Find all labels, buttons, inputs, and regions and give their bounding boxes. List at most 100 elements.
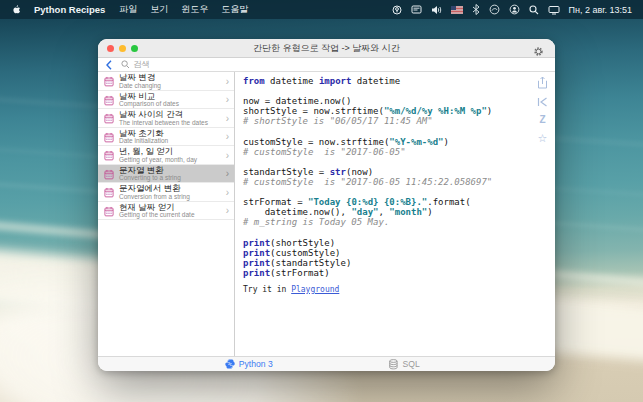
- code-line: [243, 157, 492, 167]
- code-block: from datetime import datetime now = date…: [243, 76, 492, 278]
- notification-banner-icon[interactable]: [411, 5, 422, 15]
- chevron-right-icon: ›: [226, 151, 229, 161]
- calendar-icon: [104, 132, 114, 143]
- recipe-subtitle: Conversion from a string: [119, 193, 190, 201]
- recipe-subtitle: Getting of the current date: [119, 211, 195, 219]
- minimize-button[interactable]: [119, 45, 126, 52]
- code-line: print(standartStyle): [243, 258, 492, 268]
- chevron-right-icon: ›: [226, 206, 229, 216]
- calendar-icon: [104, 113, 114, 124]
- code-line: print(strFormat): [243, 268, 492, 278]
- calendar-icon: [104, 206, 114, 217]
- recipe-subtitle: Converting to a string: [119, 174, 181, 182]
- recipe-subtitle: The interval between the dates: [119, 119, 208, 127]
- action-rail: Z ☆: [537, 76, 548, 143]
- back-button[interactable]: [106, 60, 112, 70]
- us-flag-icon[interactable]: [451, 6, 463, 14]
- chevron-right-icon: ›: [226, 169, 229, 179]
- favorite-star-icon[interactable]: ☆: [538, 133, 548, 143]
- chevron-right-icon: ›: [226, 132, 229, 142]
- code-line: [243, 187, 492, 197]
- search-icon: [121, 60, 130, 69]
- recipe-list-item[interactable]: 날짜 사이의 간격 The interval between the dates…: [98, 109, 234, 128]
- traffic-lights: [107, 45, 138, 52]
- settings-gear-icon[interactable]: [533, 43, 544, 61]
- code-line: # m_string is Today 05 May.: [243, 217, 492, 227]
- code-panel: from datetime import datetime now = date…: [235, 72, 555, 356]
- apple-menu-icon[interactable]: [11, 4, 22, 15]
- user-account-icon[interactable]: [509, 4, 520, 15]
- code-line: customStyle = now.strftime("%Y-%m-%d"): [243, 137, 492, 147]
- playground-link[interactable]: Playground: [291, 285, 339, 294]
- app-window: 간단한 유형으로 작업 -> 날짜와 시간 검색 날짜 변경 Date chan…: [98, 39, 555, 371]
- code-line: # shortStyle is "06/05/17 11:45 AM": [243, 116, 492, 126]
- zoom-button[interactable]: [131, 45, 138, 52]
- menu-clock[interactable]: Пн, 2 авг. 13:51: [569, 5, 632, 15]
- recipe-subtitle: Getting of year, month, day: [119, 156, 197, 164]
- menu-item[interactable]: 도움말: [221, 3, 248, 16]
- code-line: print(shortStyle): [243, 238, 492, 248]
- chevron-right-icon: ›: [226, 114, 229, 124]
- calendar-icon: [104, 169, 114, 180]
- calendar-icon: [104, 187, 114, 198]
- calendar-icon: [104, 76, 114, 87]
- recipe-list-item[interactable]: 날짜 비교 Comparison of dates ›: [98, 91, 234, 110]
- swirl-icon[interactable]: [489, 4, 500, 15]
- tab-python3[interactable]: Python 3: [225, 357, 273, 371]
- recipe-list-item[interactable]: 문자열 변환 Converting to a string ›: [98, 165, 234, 184]
- menu-bar: Python Recipes 파일 보기 윈도우 도움말 Пн, 2 авг. 13:…: [0, 0, 643, 19]
- code-line: # customStyle is "2017-06-05 11:45:22.05…: [243, 177, 492, 187]
- database-icon: [389, 359, 399, 370]
- code-line: standartStyle = str(now): [243, 167, 492, 177]
- chevron-right-icon: ›: [226, 77, 229, 87]
- recipe-list-item[interactable]: 년, 월, 일 얻기 Getting of year, month, day ›: [98, 146, 234, 165]
- recipe-list-item[interactable]: 현재 날짜 얻기 Getting of the current date ›: [98, 202, 234, 221]
- window-title: 간단한 유형으로 작업 -> 날짜와 시간: [253, 42, 400, 55]
- share-icon[interactable]: [537, 76, 548, 89]
- try-it-line: Try it in Playground: [243, 285, 339, 294]
- recipe-subtitle: Date changing: [119, 82, 161, 90]
- window-titlebar[interactable]: 간단한 유형으로 작업 -> 날짜와 시간: [98, 39, 555, 58]
- menu-item[interactable]: 보기: [150, 3, 168, 16]
- code-line: [243, 86, 492, 96]
- volume-icon[interactable]: [431, 5, 442, 15]
- recipe-list-item[interactable]: 날짜 변경 Date changing ›: [98, 72, 234, 91]
- code-line: from datetime import datetime: [243, 76, 492, 86]
- calendar-icon: [104, 150, 114, 161]
- display-icon[interactable]: [548, 5, 560, 15]
- recipe-subtitle: Comparison of dates: [119, 100, 179, 108]
- code-line: datetime.now(), "day", "month"): [243, 207, 492, 217]
- try-it-text: Try it in: [243, 285, 291, 294]
- calendar-icon: [104, 95, 114, 106]
- recipe-subtitle: Date initialization: [119, 137, 168, 145]
- status-icons: [392, 4, 560, 15]
- code-line: strFormat = "Today {0:%d} {0:%B}.".forma…: [243, 197, 492, 207]
- recipe-list-item[interactable]: 날짜 초기화 Date initialization ›: [98, 128, 234, 147]
- code-line: now = datetime.now(): [243, 96, 492, 106]
- window-toolbar: 검색: [98, 58, 555, 72]
- menu-item[interactable]: 파일: [119, 3, 137, 16]
- code-line: shortStyle = now.strftime("%m/%d/%y %H:%…: [243, 106, 492, 116]
- python-logo-icon: [225, 359, 235, 369]
- code-line: print(customStyle): [243, 248, 492, 258]
- shortcut-icon[interactable]: [537, 97, 548, 107]
- keychain-icon[interactable]: [392, 5, 402, 15]
- font-size-icon[interactable]: Z: [539, 115, 545, 125]
- language-tabbar: Python 3 SQL: [98, 356, 555, 371]
- menu-items: 파일 보기 윈도우 도움말: [119, 3, 248, 16]
- code-line: # customStyle is "2017-06-05": [243, 147, 492, 157]
- code-line: [243, 227, 492, 237]
- code-line: [243, 126, 492, 136]
- tab-sql[interactable]: SQL: [389, 357, 420, 371]
- close-button[interactable]: [107, 45, 114, 52]
- chevron-right-icon: ›: [226, 188, 229, 198]
- menu-item[interactable]: 윈도우: [181, 3, 208, 16]
- menu-app-name[interactable]: Python Recipes: [34, 4, 105, 15]
- desktop: Python Recipes 파일 보기 윈도우 도움말 Пн, 2 авг. 13:…: [0, 0, 643, 402]
- search-field[interactable]: 검색: [121, 59, 150, 71]
- spotlight-search-icon[interactable]: [529, 5, 539, 15]
- search-placeholder: 검색: [133, 59, 150, 71]
- chevron-right-icon: ›: [226, 95, 229, 105]
- bluetooth-icon[interactable]: [472, 4, 480, 15]
- recipe-list-item[interactable]: 문자열에서 변환 Conversion from a string ›: [98, 183, 234, 202]
